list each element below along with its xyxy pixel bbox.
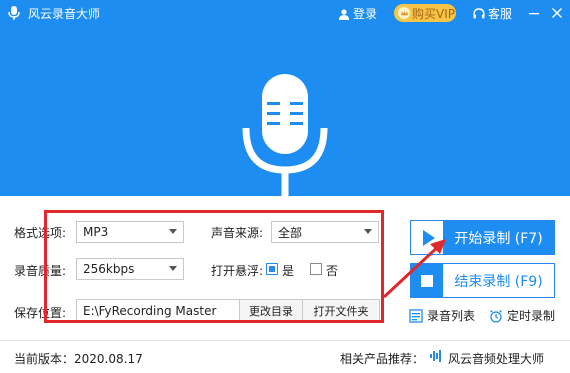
header-banner: 风云录音大师 登录 购买VIP 客服 xyxy=(0,0,570,196)
title-bar: 风云录音大师 登录 购买VIP 客服 xyxy=(0,0,570,26)
list-icon xyxy=(409,308,423,323)
support-button[interactable]: 客服 xyxy=(472,5,512,22)
alarm-clock-icon xyxy=(490,309,502,323)
stop-recording-label: 结束录制 (F9) xyxy=(454,273,543,290)
stop-icon xyxy=(411,264,443,297)
app-title: 风云录音大师 xyxy=(28,7,101,21)
record-list-link[interactable]: 录音列表 xyxy=(409,307,475,324)
vip-label: 购买VIP xyxy=(412,6,455,21)
timed-recording-link[interactable]: 定时录制 xyxy=(489,307,555,324)
related-products-label: 相关产品推荐： xyxy=(340,352,425,366)
related-app-link[interactable]: 风云音频处理大师 xyxy=(448,350,544,367)
audio-app-icon xyxy=(430,350,441,362)
start-recording-label: 开始录制 (F7) xyxy=(454,230,543,247)
timed-recording-label: 定时录制 xyxy=(507,309,556,323)
footer: 当前版本：2020.08.17 相关产品推荐： 风云音频处理大师 xyxy=(0,340,570,373)
minimize-icon xyxy=(529,13,539,15)
stop-recording-button[interactable]: 结束录制 (F9) xyxy=(410,263,555,298)
play-icon xyxy=(411,221,443,254)
highlight-box xyxy=(44,210,384,323)
login-button[interactable]: 登录 xyxy=(338,5,377,22)
microphone-icon xyxy=(242,74,328,196)
record-list-label: 录音列表 xyxy=(427,309,476,323)
headset-icon xyxy=(473,7,485,18)
login-label: 登录 xyxy=(353,7,378,21)
user-icon xyxy=(339,8,349,20)
crown-icon xyxy=(398,7,410,19)
minimize-button[interactable] xyxy=(525,4,543,22)
app-logo-icon xyxy=(8,6,20,20)
version-text: 当前版本：2020.08.17 xyxy=(14,352,143,366)
close-button[interactable] xyxy=(548,4,566,22)
support-label: 客服 xyxy=(488,7,513,21)
start-recording-button[interactable]: 开始录制 (F7) xyxy=(410,220,555,255)
buy-vip-button[interactable]: 购买VIP xyxy=(394,4,456,22)
close-icon xyxy=(552,8,562,18)
